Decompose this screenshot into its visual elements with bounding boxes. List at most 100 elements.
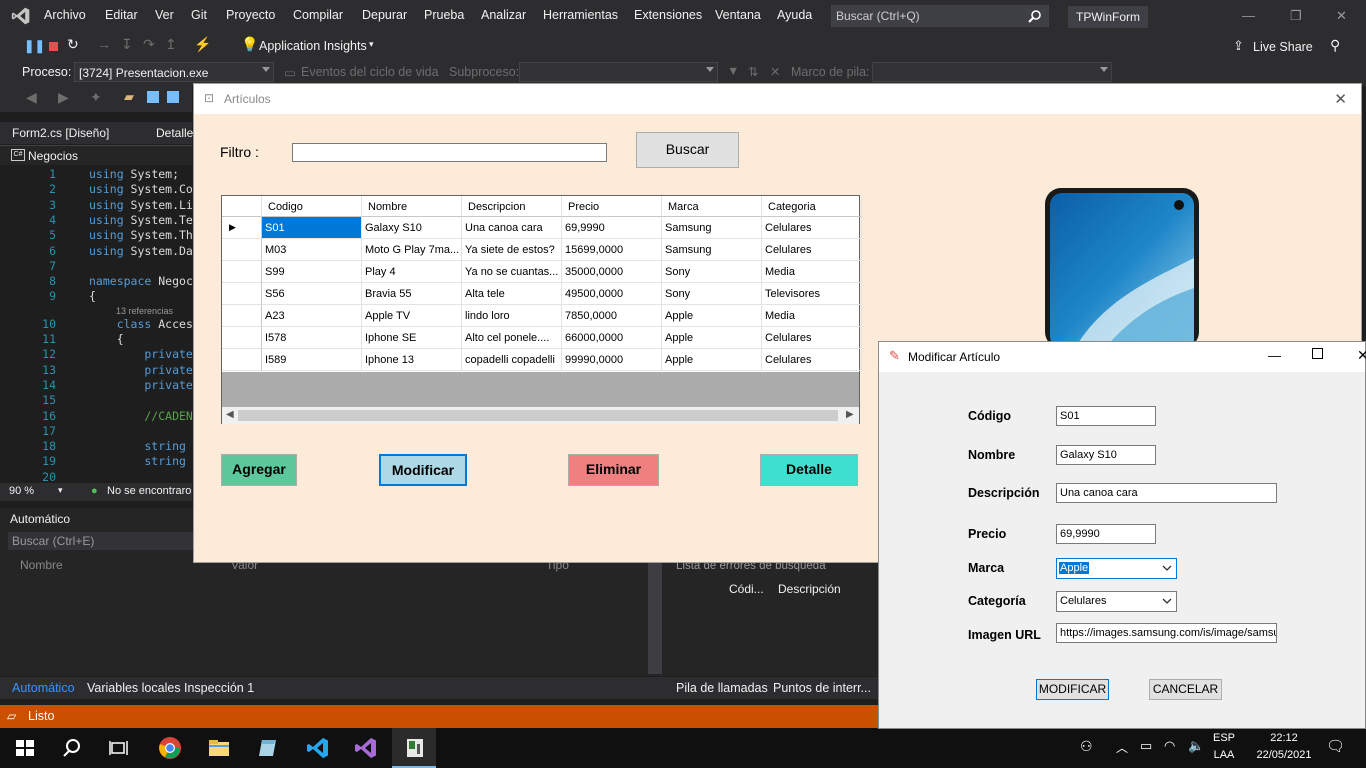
clock-date[interactable]: 22/05/2021 [1250, 749, 1318, 761]
code-line[interactable]: //CADENA [89, 409, 199, 423]
grid-column-header[interactable]: Precio [562, 196, 662, 217]
code-line[interactable]: private [89, 378, 192, 392]
grid-cell[interactable]: 69,9990 [562, 217, 662, 239]
grid-cell[interactable]: 49500,0000 [562, 283, 662, 305]
visual-studio-logo-icon[interactable] [10, 6, 32, 26]
zoom-dropdown[interactable]: 90 % [9, 485, 34, 497]
tab-automatico[interactable]: Automático [12, 681, 75, 695]
close-icon[interactable]: ✕ [1334, 90, 1347, 108]
close-icon[interactable]: ✕ [1357, 347, 1366, 364]
modificar-titlebar[interactable]: ✎ Modificar Artículo — ✕ [879, 342, 1366, 372]
imagen-url-input[interactable]: https://images.samsung.com/is/image/sams… [1056, 623, 1277, 643]
grid-cell[interactable]: 15699,0000 [562, 239, 662, 261]
winform-app-icon[interactable] [403, 736, 427, 760]
language-bottom[interactable]: LAA [1208, 749, 1240, 761]
grid-cell[interactable]: Ya siete de estos? [462, 239, 562, 261]
grid-cell[interactable]: Samsung [662, 239, 762, 261]
menu-ventana[interactable]: Ventana [715, 8, 761, 22]
grid-cell[interactable]: lindo loro [462, 305, 562, 327]
file-explorer-icon[interactable] [207, 736, 231, 760]
grid-cell[interactable]: Televisores [762, 283, 862, 305]
code-line[interactable]: using System.Col [89, 182, 200, 196]
error-col-desc[interactable]: Descripción [778, 582, 841, 596]
chevron-down-icon[interactable]: ▾ [58, 485, 63, 496]
code-line[interactable]: private [89, 347, 192, 361]
row-header[interactable] [222, 283, 262, 305]
step-over-icon[interactable]: ↷ [143, 36, 155, 53]
notes-app-icon[interactable] [256, 736, 280, 760]
grid-cell[interactable]: Una canoa cara [462, 217, 562, 239]
agregar-button[interactable]: Agregar [221, 454, 297, 486]
marco-pila-dropdown[interactable] [872, 62, 1112, 82]
tab-detalle[interactable]: Detalle [156, 126, 193, 140]
code-line[interactable]: using System.Thr [89, 228, 200, 242]
tab-pila-llamadas[interactable]: Pila de llamadas [676, 681, 768, 695]
menu-proyecto[interactable]: Proyecto [226, 8, 275, 22]
row-header[interactable] [222, 349, 262, 371]
references-codelens[interactable]: 13 referencias [116, 306, 173, 316]
tab-form2-designer[interactable]: Form2.cs [Diseño] [12, 126, 109, 140]
scroll-left-icon[interactable]: ◀ [226, 409, 234, 420]
descripcion-input[interactable]: Una canoa cara [1056, 483, 1277, 503]
menu-ver[interactable]: Ver [155, 8, 174, 22]
subproceso-dropdown[interactable] [519, 62, 718, 82]
back-icon[interactable]: ◀ [26, 89, 37, 106]
grid-cell[interactable]: I578 [262, 327, 362, 349]
close-icon[interactable]: ✕ [1336, 8, 1347, 24]
codigo-input[interactable]: S01 [1056, 406, 1156, 426]
task-view-icon[interactable] [107, 736, 131, 760]
grid-cell[interactable]: 99990,0000 [562, 349, 662, 371]
code-editor[interactable]: 1 using System; 2 using System.Col 3 using Sy… [0, 165, 200, 484]
vs-search-box[interactable]: Buscar (Ctrl+Q) [831, 5, 1049, 27]
code-line[interactable]: using System; [89, 167, 179, 181]
volume-icon[interactable]: 🔈 [1188, 738, 1204, 754]
menu-compilar[interactable]: Compilar [293, 8, 343, 22]
autos-scrollbar[interactable] [648, 544, 662, 674]
row-header[interactable] [222, 327, 262, 349]
show-next-statement-icon[interactable]: → [97, 36, 111, 52]
grid-cell[interactable]: Apple [662, 305, 762, 327]
code-line[interactable]: class Acceso [89, 317, 200, 331]
menu-extensiones[interactable]: Extensiones [634, 8, 702, 22]
tab-variables-locales[interactable]: Variables locales [87, 681, 181, 695]
grid-cell[interactable]: Apple TV [362, 305, 462, 327]
grid-cell[interactable]: Ya no se cuantas... [462, 261, 562, 283]
grid-cell[interactable]: Celulares [762, 239, 862, 261]
step-out-icon[interactable]: ↥ [165, 36, 177, 53]
collapse-icon[interactable]: ✕ [770, 64, 780, 79]
hot-reload-icon[interactable]: ⚡ [194, 36, 211, 53]
save-all-icon[interactable] [167, 91, 179, 103]
grid-cell[interactable]: Samsung [662, 217, 762, 239]
cancelar-button[interactable]: CANCELAR [1149, 679, 1222, 700]
code-line[interactable]: using System.Dat [89, 244, 200, 258]
code-line[interactable]: using System.Lin [89, 198, 200, 212]
modificar-button[interactable]: Modificar [379, 454, 467, 486]
menu-depurar[interactable]: Depurar [362, 8, 407, 22]
grid-cell[interactable]: 7850,0000 [562, 305, 662, 327]
categoria-select[interactable]: Celulares [1056, 591, 1177, 612]
grid-cell[interactable]: Apple [662, 349, 762, 371]
grid-cell[interactable]: Media [762, 261, 862, 283]
network-icon[interactable]: ◠ [1164, 738, 1175, 754]
minimize-icon[interactable]: — [1242, 8, 1255, 23]
chrome-icon[interactable] [158, 736, 182, 760]
marca-select[interactable]: Apple [1056, 558, 1177, 579]
eliminar-button[interactable]: Eliminar [568, 454, 659, 486]
language-top[interactable]: ESP [1208, 732, 1240, 744]
search-icon[interactable] [60, 736, 84, 760]
menu-ayuda[interactable]: Ayuda [777, 8, 812, 22]
code-line[interactable]: using System.Tex [89, 213, 200, 227]
menu-analizar[interactable]: Analizar [481, 8, 526, 22]
grid-cell[interactable]: Alto cel ponele.... [462, 327, 562, 349]
grid-cell[interactable]: 35000,0000 [562, 261, 662, 283]
people-icon[interactable]: ⚇ [1080, 738, 1093, 755]
buscar-button[interactable]: Buscar [636, 132, 739, 168]
forward-icon[interactable]: ▶ [58, 89, 69, 106]
clock-time[interactable]: 22:12 [1250, 732, 1318, 744]
grid-column-header[interactable]: Descripcion [462, 196, 562, 217]
minimize-icon[interactable]: — [1268, 348, 1281, 363]
menu-editar[interactable]: Editar [105, 8, 138, 22]
code-line[interactable]: { [89, 289, 96, 303]
proceso-dropdown[interactable]: [3724] Presentacion.exe [74, 62, 274, 82]
grid-cell[interactable]: Bravia 55 [362, 283, 462, 305]
